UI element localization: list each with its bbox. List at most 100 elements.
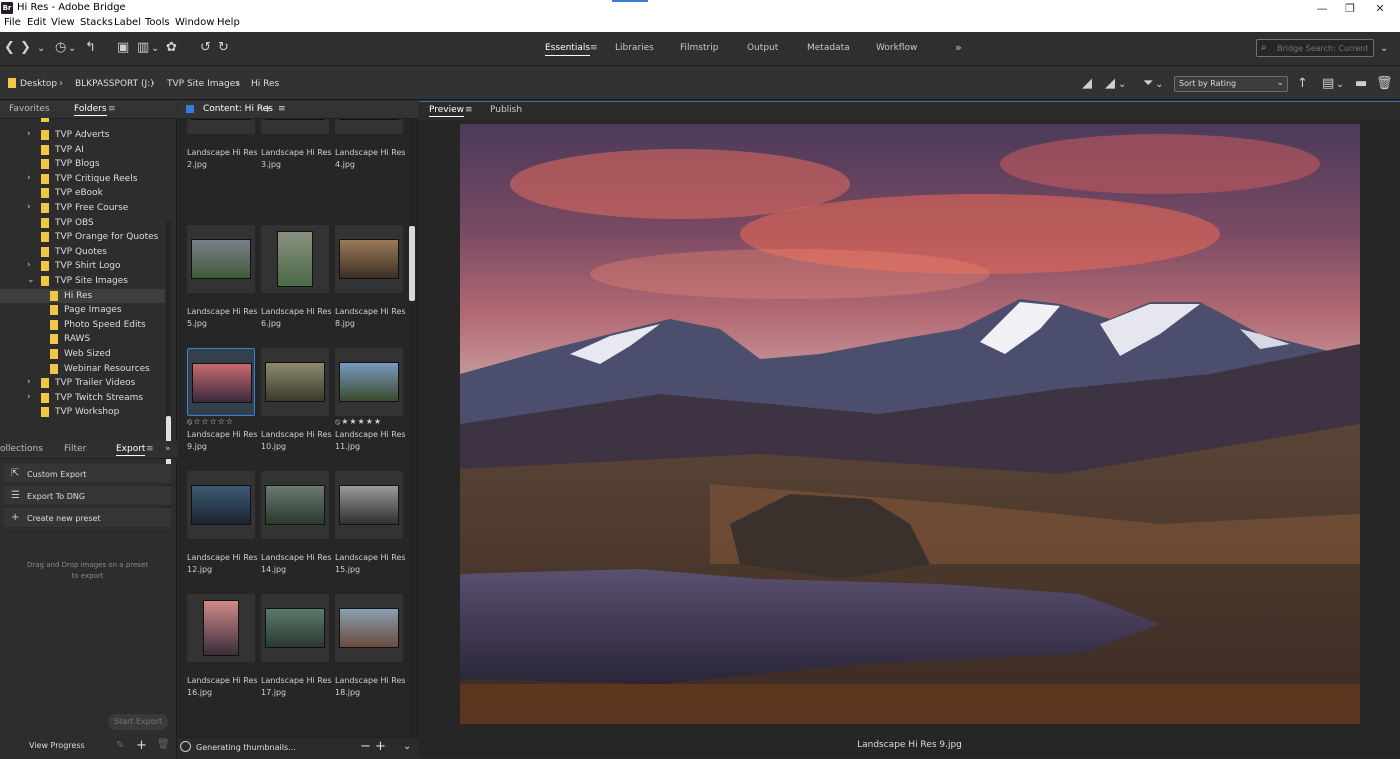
refine-icon[interactable]: ▥: [137, 40, 149, 56]
chevron-right-icon[interactable]: ›: [151, 78, 155, 89]
folder-item[interactable]: › TVP Critique Reels: [0, 172, 165, 187]
panel-menu-icon[interactable]: ≡: [278, 104, 286, 114]
thumbnail-frame[interactable]: [187, 594, 255, 662]
menu-label[interactable]: Label: [114, 17, 141, 28]
folder-item[interactable]: › TVP Adverts: [0, 128, 165, 143]
tab-favorites[interactable]: Favorites: [9, 104, 50, 114]
folder-item[interactable]: Webinar Resources: [0, 362, 165, 377]
breadcrumb-desktop[interactable]: Desktop: [20, 79, 57, 89]
tab-filter[interactable]: Filter: [64, 444, 86, 454]
menu-file[interactable]: File: [4, 17, 21, 28]
thumbnail-frame[interactable]: [335, 225, 403, 293]
plus-icon[interactable]: +: [136, 738, 147, 753]
chevron-right-icon[interactable]: ›: [27, 129, 31, 139]
zoom-out-icon[interactable]: −: [360, 739, 371, 754]
search-field[interactable]: ⌕: [1256, 39, 1374, 57]
folder-item[interactable]: › TVP Twitch Streams: [0, 391, 165, 406]
chevron-right-icon[interactable]: ›: [27, 173, 31, 183]
thumbnail-quality-icon[interactable]: ◢: [1082, 76, 1092, 92]
chevron-down-icon[interactable]: ⌄: [403, 741, 411, 752]
menu-help[interactable]: Help: [217, 17, 240, 28]
folder-item[interactable]: › TVP Shirt Logo: [0, 259, 165, 274]
chevron-down-icon[interactable]: ⌄: [1380, 41, 1388, 57]
close-button[interactable]: ✕: [1360, 0, 1400, 17]
thumbnail-frame[interactable]: [261, 119, 329, 134]
chevron-down-icon[interactable]: ⌄: [1155, 77, 1163, 93]
expand-panel-icon[interactable]: »: [165, 444, 171, 454]
menu-stacks[interactable]: Stacks: [80, 17, 113, 28]
export-to-dng[interactable]: ☰ Export To DNG: [4, 486, 171, 506]
rotate-left-icon[interactable]: ↺: [200, 40, 211, 56]
chevron-down-icon[interactable]: ⌄: [1336, 77, 1344, 93]
search-input[interactable]: [1277, 42, 1371, 55]
chevron-right-icon[interactable]: ›: [59, 78, 63, 89]
tab-preview[interactable]: Preview: [429, 105, 465, 117]
filter-icon[interactable]: ⏷: [1143, 76, 1153, 92]
workspace-filmstrip[interactable]: Filmstrip: [680, 43, 718, 53]
return-to-photoshop-icon[interactable]: ↰: [85, 40, 96, 56]
chevron-right-icon[interactable]: ›: [27, 377, 31, 387]
folder-item[interactable]: Web Sized: [0, 347, 165, 362]
thumbnail-frame[interactable]: [335, 471, 403, 539]
thumbnail-frame[interactable]: [261, 471, 329, 539]
folder-item[interactable]: TVP OBS: [0, 216, 165, 231]
content-scrollbar[interactable]: [409, 121, 415, 736]
get-photos-camera-icon[interactable]: ▣: [117, 40, 129, 56]
thumbnail-frame[interactable]: [335, 594, 403, 662]
folder-item[interactable]: RAWS: [0, 332, 165, 347]
rating-stars[interactable]: ⦸☆☆☆☆☆: [187, 417, 234, 427]
thumbnail-frame[interactable]: [335, 348, 403, 416]
thumbnail-frame[interactable]: [187, 225, 255, 293]
menu-tools[interactable]: Tools: [145, 17, 170, 28]
thumbnail-frame[interactable]: [261, 348, 329, 416]
workspace-menu-icon[interactable]: ≡: [590, 43, 598, 53]
edit-icon[interactable]: ✎: [116, 740, 124, 751]
folder-item[interactable]: TVP Orange for Quotes: [0, 230, 165, 245]
tab-collections[interactable]: ollections: [0, 444, 43, 454]
sort-direction-icon[interactable]: ↑: [1297, 76, 1308, 92]
trash-icon[interactable]: 🗑: [157, 739, 170, 750]
folder-item[interactable]: Page Images: [0, 303, 165, 318]
thumbnail-frame[interactable]: [187, 348, 255, 416]
folder-item[interactable]: TVP eBook: [0, 186, 165, 201]
workspace-metadata[interactable]: Metadata: [807, 43, 850, 53]
breadcrumb-drive[interactable]: BLKPASSPORT (J:): [75, 79, 154, 89]
export-custom[interactable]: ⇱ Custom Export: [4, 464, 171, 484]
create-new-preset[interactable]: + Create new preset: [4, 508, 171, 528]
folder-item[interactable]: › TVP Free Course: [0, 201, 165, 216]
more-workspaces-icon[interactable]: »: [955, 41, 962, 54]
menu-window[interactable]: Window: [175, 17, 214, 28]
chevron-down-icon[interactable]: ⌄: [1118, 77, 1126, 93]
back-icon[interactable]: ❮: [4, 40, 15, 56]
folder-item[interactable]: TVP Workshop: [0, 405, 165, 420]
thumbnail-frame[interactable]: [261, 225, 329, 293]
panel-menu-icon[interactable]: ≡: [108, 104, 116, 114]
workspace-workflow[interactable]: Workflow: [876, 43, 917, 53]
folder-item[interactable]: Hi Res: [0, 288, 165, 304]
start-export-button[interactable]: Start Export: [108, 714, 168, 730]
new-folder-icon[interactable]: ▬: [1355, 76, 1367, 92]
menu-edit[interactable]: Edit: [27, 17, 46, 28]
chevron-right-icon[interactable]: ›: [27, 392, 31, 402]
folder-item[interactable]: Photo Speed Edits: [0, 318, 165, 333]
chevron-right-icon[interactable]: ›: [236, 78, 240, 89]
folder-item[interactable]: › TVP Trailer Videos: [0, 376, 165, 391]
chevron-right-icon[interactable]: ›: [27, 260, 31, 270]
panel-menu-icon[interactable]: ≡: [465, 105, 473, 115]
panel-menu-icon[interactable]: ≡: [146, 444, 154, 454]
tab-folders[interactable]: Folders: [74, 104, 107, 116]
thumbnail-frame[interactable]: [261, 594, 329, 662]
rating-filter-icon[interactable]: ◢: [1105, 76, 1115, 92]
scrollbar-thumb[interactable]: [409, 226, 415, 301]
workspace-output[interactable]: Output: [747, 43, 778, 53]
add-tab-icon[interactable]: +: [263, 102, 272, 115]
rating-stars[interactable]: ⦸★★★★★: [335, 417, 382, 427]
zoom-in-icon[interactable]: +: [375, 739, 386, 754]
creative-cloud-icon[interactable]: ✿: [166, 40, 177, 56]
folder-item[interactable]: ⌄ TVP Site Images: [0, 274, 165, 289]
folder-item[interactable]: TVP Quotes: [0, 245, 165, 260]
trash-icon[interactable]: 🗑: [1376, 76, 1393, 92]
tab-publish[interactable]: Publish: [490, 105, 522, 115]
thumbnail-frame[interactable]: [187, 471, 255, 539]
chevron-down-icon[interactable]: ⌄: [27, 275, 35, 285]
